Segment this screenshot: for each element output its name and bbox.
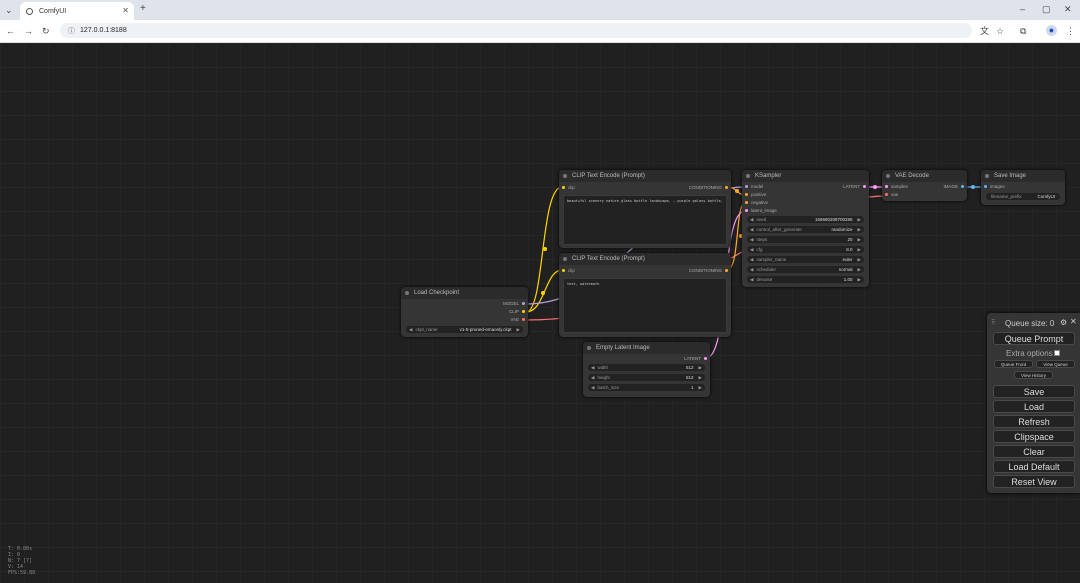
extra-options-label: Extra options <box>1006 349 1053 358</box>
favicon-icon <box>26 7 33 15</box>
input-slot-samples[interactable]: samples <box>885 184 908 189</box>
collapse-dot-icon[interactable] <box>587 346 591 350</box>
save-image-node[interactable]: Save Image images filename_prefix ComfyU… <box>981 170 1065 205</box>
input-slot-clip[interactable]: clip <box>562 268 575 273</box>
input-slot-vae[interactable]: vae <box>885 192 898 197</box>
input-slot-images[interactable]: images <box>984 184 1005 189</box>
output-slot-latent[interactable]: LATENT <box>684 356 707 361</box>
translate-icon[interactable]: 文 <box>980 26 989 36</box>
output-slot-conditioning[interactable]: CONDITIONING <box>689 268 728 273</box>
reload-icon[interactable]: ↻ <box>42 26 50 36</box>
url-field[interactable]: ⓘ 127.0.0.1:8188 <box>60 23 972 38</box>
close-tab-icon[interactable]: ✕ <box>122 6 129 15</box>
browser-tab[interactable]: ComfyUI ✕ <box>20 2 134 20</box>
tab-title: ComfyUI <box>39 7 67 15</box>
output-slot-clip[interactable]: CLIP <box>509 309 525 314</box>
drag-handle-icon[interactable]: ⠿ <box>991 319 995 326</box>
node-title: CLIP Text Encode (Prompt) <box>572 173 645 179</box>
arrow-right-icon[interactable]: ▶ <box>517 327 520 333</box>
queue-panel: ⠿ Queue size: 0 ⚙ ✕ Queue Prompt Extra o… <box>987 313 1080 493</box>
view-queue-button[interactable]: View Queue <box>1036 360 1075 368</box>
input-slot-latent-image[interactable]: latent_image <box>745 208 777 213</box>
save-button[interactable]: Save <box>993 385 1075 398</box>
url-text: 127.0.0.1:8188 <box>80 27 127 34</box>
input-slot-positive[interactable]: positive <box>745 192 766 197</box>
collapse-dot-icon[interactable] <box>405 291 409 295</box>
collapse-dot-icon[interactable] <box>746 174 750 178</box>
view-history-button[interactable]: View History <box>1014 371 1053 379</box>
collapse-dot-icon[interactable] <box>563 257 567 261</box>
back-icon[interactable]: ← <box>6 26 15 36</box>
minimize-icon[interactable]: – <box>1020 4 1025 14</box>
tab-search-icon[interactable]: ⌄ <box>5 5 13 15</box>
collapse-dot-icon[interactable] <box>985 174 989 178</box>
output-slot-model[interactable]: MODEL <box>503 301 525 306</box>
load-checkpoint-node[interactable]: Load Checkpoint MODEL CLIP VAE ◀ ckpt_na… <box>401 287 528 337</box>
node-title: Empty Latent Image <box>596 345 650 351</box>
prompt-textarea[interactable]: beautiful scenery nature glass bottle la… <box>563 195 727 245</box>
profile-avatar-icon[interactable]: ● <box>1046 25 1057 36</box>
sampler-name-widget[interactable]: ◀ sampler_name euler ▶ <box>747 256 864 263</box>
input-slot-clip[interactable]: clip <box>562 185 575 190</box>
node-title: VAE Decode <box>895 173 929 179</box>
clip-text-encode-node-2[interactable]: CLIP Text Encode (Prompt) clip CONDITION… <box>559 253 731 337</box>
close-icon[interactable]: ✕ <box>1070 317 1077 326</box>
bookmark-star-icon[interactable]: ☆ <box>996 26 1004 36</box>
site-info-icon[interactable]: ⓘ <box>68 26 75 36</box>
collapse-dot-icon[interactable] <box>563 174 567 178</box>
address-bar: ← → ↻ ⓘ 127.0.0.1:8188 文 ☆ ⧉ ● ⋮ <box>0 20 1080 43</box>
clip-text-encode-node-1[interactable]: CLIP Text Encode (Prompt) clip CONDITION… <box>559 170 731 248</box>
input-slot-model[interactable]: model <box>745 184 763 189</box>
extra-options-checkbox[interactable] <box>1054 350 1060 356</box>
menu-kebab-icon[interactable]: ⋮ <box>1066 26 1075 36</box>
batch-size-widget[interactable]: ◀ batch_size 1 ▶ <box>588 384 705 391</box>
scheduler-widget[interactable]: ◀ scheduler normal ▶ <box>747 266 864 273</box>
browser-tab-bar: ⌄ ComfyUI ✕ + – ▢ ✕ <box>0 0 1080 20</box>
new-tab-icon[interactable]: + <box>140 4 146 14</box>
empty-latent-image-node[interactable]: Empty Latent Image LATENT ◀ width 512 ▶ ◀ he… <box>583 342 710 397</box>
ksampler-node[interactable]: KSampler model LATENT positive negative … <box>742 170 869 287</box>
settings-gear-icon[interactable]: ⚙ <box>1060 318 1067 327</box>
refresh-button[interactable]: Refresh <box>993 415 1075 428</box>
output-slot-vae[interactable]: VAE <box>510 317 525 322</box>
load-default-button[interactable]: Load Default <box>993 460 1075 473</box>
node-title: KSampler <box>755 173 782 179</box>
render-stats: T: 0.00s I: 0 N: 7 [7] V: 14 FPS:59.88 <box>8 546 35 576</box>
extensions-icon[interactable]: ⧉ <box>1020 26 1026 36</box>
load-button[interactable]: Load <box>993 400 1075 413</box>
output-slot-conditioning[interactable]: CONDITIONING <box>689 185 728 190</box>
input-slot-negative[interactable]: negative <box>745 200 768 205</box>
queue-size-label: Queue size: 0 <box>1005 319 1055 328</box>
denoise-widget[interactable]: ◀ denoise 1.00 ▶ <box>747 276 864 283</box>
steps-widget[interactable]: ◀ steps 20 ▶ <box>747 236 864 243</box>
control-after-generate-widget[interactable]: ◀ control_after_generate randomize ▶ <box>747 226 864 233</box>
clipspace-button[interactable]: Clipspace <box>993 430 1075 443</box>
output-slot-latent[interactable]: LATENT <box>843 184 866 189</box>
cfg-widget[interactable]: ◀ cfg 8.0 ▶ <box>747 246 864 253</box>
seed-widget[interactable]: ◀ seed 156680208700286 ▶ <box>747 216 864 223</box>
width-widget[interactable]: ◀ width 512 ▶ <box>588 364 705 371</box>
negative-prompt-textarea[interactable]: text, watermark <box>563 278 727 333</box>
output-slot-image[interactable]: IMAGE <box>943 184 964 189</box>
node-title: CLIP Text Encode (Prompt) <box>572 256 645 262</box>
node-title: Load Checkpoint <box>414 290 460 296</box>
ckpt-name-combo[interactable]: ◀ ckpt_name v1-5-pruned-emaonly.ckpt ▶ <box>406 326 523 333</box>
vae-decode-node[interactable]: VAE Decode samples IMAGE vae <box>882 170 967 201</box>
node-title: Save Image <box>994 173 1027 179</box>
arrow-left-icon[interactable]: ◀ <box>409 327 412 333</box>
collapse-dot-icon[interactable] <box>886 174 890 178</box>
filename-prefix-widget[interactable]: filename_prefix ComfyUI <box>986 193 1060 200</box>
forward-icon[interactable]: → <box>24 26 33 36</box>
maximize-icon[interactable]: ▢ <box>1042 4 1051 14</box>
clear-button[interactable]: Clear <box>993 445 1075 458</box>
close-window-icon[interactable]: ✕ <box>1064 4 1072 14</box>
queue-front-button[interactable]: Queue Front <box>994 360 1033 368</box>
height-widget[interactable]: ◀ height 512 ▶ <box>588 374 705 381</box>
graph-canvas[interactable] <box>0 43 1080 583</box>
reset-view-button[interactable]: Reset View <box>993 475 1075 488</box>
stat-line: FPS:59.88 <box>8 570 36 576</box>
queue-prompt-button[interactable]: Queue Prompt <box>993 332 1075 345</box>
